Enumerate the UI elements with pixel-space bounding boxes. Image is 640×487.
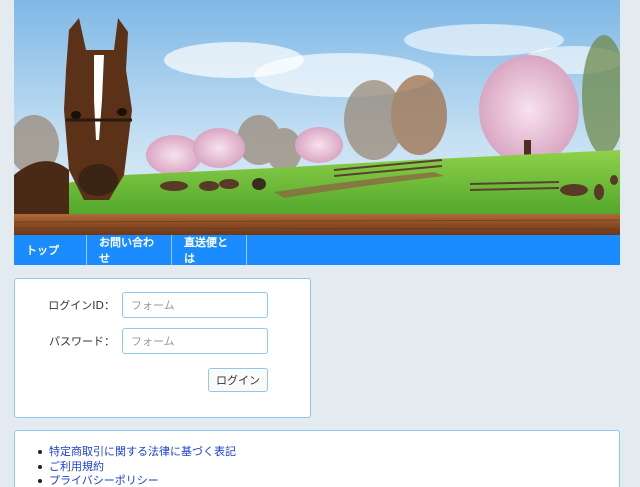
list-item: ご利用規約 — [38, 460, 236, 475]
login-button[interactable]: ログイン — [208, 368, 268, 392]
footer-links-panel: 特定商取引に関する法律に基づく表記 ご利用規約 プライバシーポリシー — [14, 430, 620, 487]
page-wrapper: トップ お問い合わせ 直送便とは — [14, 0, 620, 265]
list-item: プライバシーポリシー — [38, 474, 236, 487]
password-label: パスワード： — [49, 335, 115, 348]
footer-links-list: 特定商取引に関する法律に基づく表記 ご利用規約 プライバシーポリシー — [38, 445, 236, 487]
list-item: 特定商取引に関する法律に基づく表記 — [38, 445, 236, 460]
main-nav: トップ お問い合わせ 直送便とは — [14, 235, 620, 265]
nav-item-top[interactable]: トップ — [14, 235, 87, 265]
link-privacy-policy[interactable]: プライバシーポリシー — [49, 474, 159, 487]
horse-ranch-banner-image — [14, 0, 620, 235]
password-input[interactable] — [122, 328, 268, 354]
nav-item-label: 直送便とは — [184, 236, 228, 265]
header-banner — [14, 0, 620, 235]
nav-item-about-direct-delivery[interactable]: 直送便とは — [172, 235, 247, 265]
password-row: パスワード： — [15, 328, 310, 354]
login-panel: ログインID： パスワード： ログイン — [14, 278, 311, 418]
nav-item-label: お問い合わせ — [99, 236, 154, 265]
link-specified-commercial-transactions[interactable]: 特定商取引に関する法律に基づく表記 — [49, 445, 236, 458]
link-terms-of-use[interactable]: ご利用規約 — [49, 460, 104, 473]
login-id-label: ログインID： — [48, 299, 115, 312]
login-id-row: ログインID： — [15, 292, 310, 318]
login-id-input[interactable] — [122, 292, 268, 318]
nav-item-contact[interactable]: お問い合わせ — [87, 235, 172, 265]
nav-item-label: トップ — [26, 244, 59, 257]
